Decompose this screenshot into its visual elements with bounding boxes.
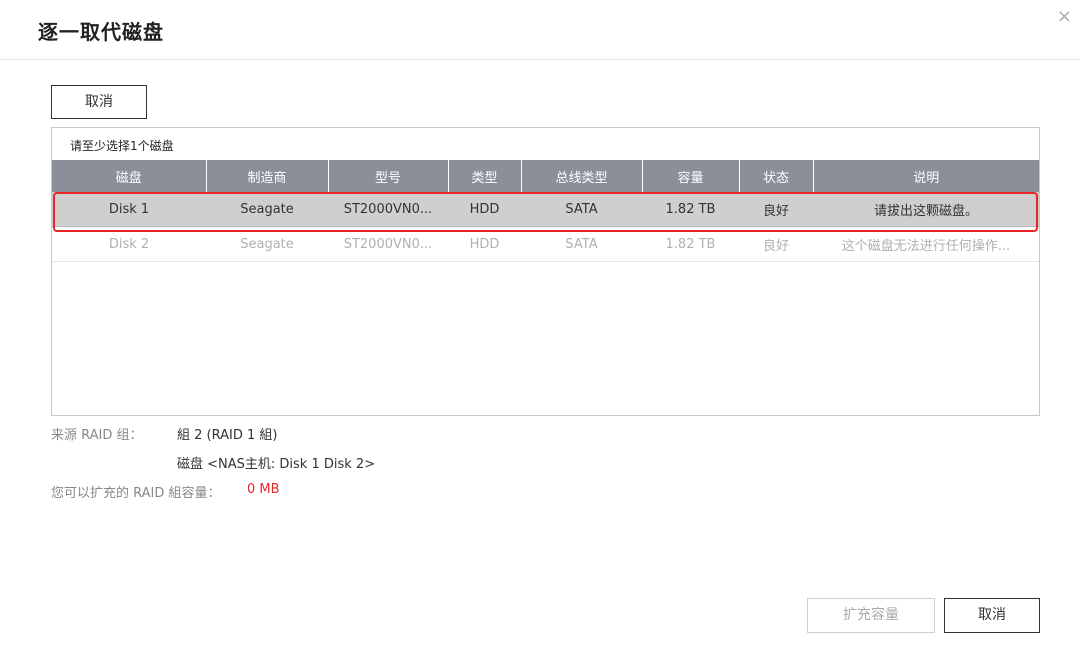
table-row-disk-1[interactable]: Disk 1 Seagate ST2000VN0... HDD SATA 1.8… <box>52 192 1039 227</box>
cell-description: 请拔出这颗磁盘。 <box>813 192 1039 227</box>
cell-bus-type: SATA <box>521 192 642 227</box>
table-header-row: 磁盘 制造商 型号 类型 总线类型 容量 状态 说明 <box>52 160 1039 192</box>
column-header-type[interactable]: 类型 <box>448 160 522 192</box>
expand-capacity-button[interactable]: 扩充容量 <box>807 598 935 633</box>
cell-disk: Disk 2 <box>52 226 206 262</box>
table-row-disk-2: Disk 2 Seagate ST2000VN0... HDD SATA 1.8… <box>52 226 1039 262</box>
cell-vendor: Seagate <box>206 192 328 227</box>
column-header-status[interactable]: 状态 <box>739 160 814 192</box>
cell-type: HDD <box>448 192 521 227</box>
cell-model: ST2000VN0... <box>328 192 448 227</box>
source-raid-label: 来源 RAID 组： <box>51 428 143 443</box>
source-raid-group: 組 2 (RAID 1 組) <box>177 428 278 443</box>
cell-capacity: 1.82 TB <box>642 226 739 262</box>
cell-status: 良好 <box>739 192 813 227</box>
replace-disk-dialog: 逐一取代磁盘 × 取消 请至少选择1个磁盘 磁盘 制造商 型号 类型 总线类型 … <box>0 0 1080 647</box>
close-icon[interactable]: × <box>1057 6 1072 27</box>
cell-bus-type: SATA <box>521 226 642 262</box>
column-header-capacity[interactable]: 容量 <box>642 160 740 192</box>
expandable-capacity-value: 0 MB <box>247 482 280 497</box>
expandable-capacity-label: 您可以扩充的 RAID 組容量： <box>51 486 221 501</box>
column-header-vendor[interactable]: 制造商 <box>206 160 329 192</box>
disk-table: 磁盘 制造商 型号 类型 总线类型 容量 状态 说明 Disk 1 Seagat… <box>52 160 1039 262</box>
column-header-disk[interactable]: 磁盘 <box>52 160 207 192</box>
column-header-description[interactable]: 说明 <box>813 160 1039 192</box>
title-divider <box>0 59 1080 60</box>
source-raid-disks: 磁盘 <NAS主机: Disk 1 Disk 2> <box>177 457 376 472</box>
cell-capacity: 1.82 TB <box>642 192 739 227</box>
cell-model: ST2000VN0... <box>328 226 448 262</box>
cancel-button[interactable]: 取消 <box>944 598 1040 633</box>
selection-hint: 请至少选择1个磁盘 <box>70 139 174 153</box>
cell-disk: Disk 1 <box>52 192 206 227</box>
cell-vendor: Seagate <box>206 226 328 262</box>
column-header-model[interactable]: 型号 <box>328 160 449 192</box>
column-header-bus-type[interactable]: 总线类型 <box>521 160 643 192</box>
cell-type: HDD <box>448 226 521 262</box>
cell-description: 这个磁盘无法进行任何操作... <box>813 226 1039 262</box>
disk-selection-panel: 请至少选择1个磁盘 磁盘 制造商 型号 类型 总线类型 容量 状态 说明 Dis… <box>51 127 1040 416</box>
dialog-title: 逐一取代磁盘 <box>38 20 164 44</box>
cancel-selection-button[interactable]: 取消 <box>51 85 147 119</box>
cell-status: 良好 <box>739 226 813 262</box>
